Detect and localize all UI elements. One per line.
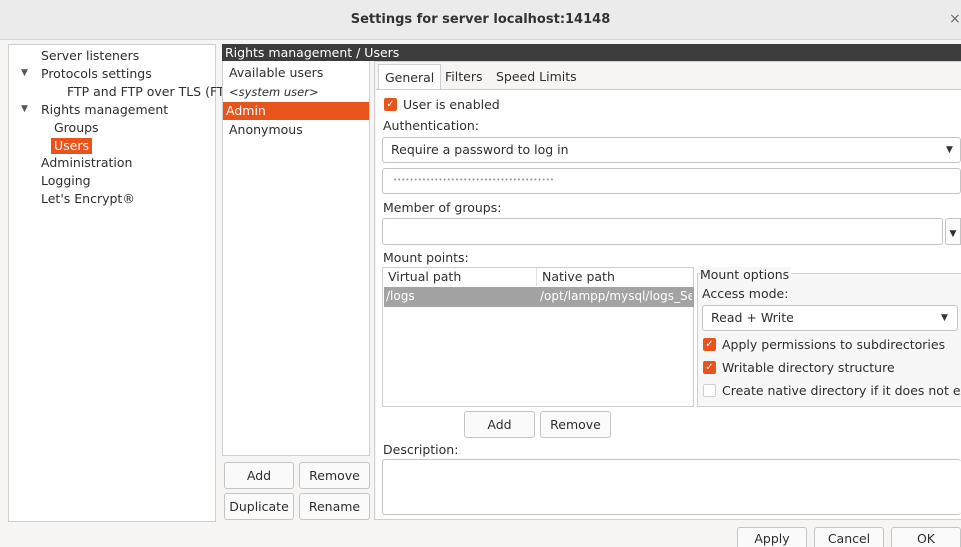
user-enabled-label: User is enabled [403,97,500,112]
cancel-button[interactable]: Cancel [814,527,884,547]
close-icon[interactable]: × [949,11,961,27]
user-item-admin[interactable]: Admin [223,102,369,120]
authentication-value: Require a password to log in [391,142,569,157]
table-row[interactable]: /logs /opt/lampp/mysql/logs_Se [384,287,694,307]
title-bar: Settings for server localhost:14148 × [0,0,961,40]
tab-general[interactable]: General [378,64,442,90]
tree-item-users[interactable]: Users [51,138,93,154]
writable-structure-label: Writable directory structure [722,360,895,375]
duplicate-user-button[interactable]: Duplicate [224,493,294,520]
tree-item-logging[interactable]: Logging [41,173,91,189]
writable-structure-checkbox[interactable]: ✓ [703,361,716,374]
groups-dropdown-button[interactable]: ▼ [945,218,961,245]
users-list[interactable]: Available users <system user> Admin Anon… [222,61,370,456]
access-mode-select[interactable]: Read + Write ▼ [702,305,958,331]
add-user-button[interactable]: Add [224,462,294,489]
mount-points-table[interactable]: Virtual path Native path /logs /opt/lamp… [382,267,694,407]
create-native-checkbox[interactable] [703,384,716,397]
member-of-groups-label: Member of groups: [383,200,502,215]
apply-permissions-checkbox[interactable]: ✓ [703,338,716,351]
tree-item-groups[interactable]: Groups [54,120,99,136]
tree-item-lets-encrypt[interactable]: Let's Encrypt® [41,191,135,207]
tab-speed-limits[interactable]: Speed Limits [496,64,577,90]
apply-button[interactable]: Apply [737,527,807,547]
authentication-select[interactable]: Require a password to log in ▼ [382,137,961,163]
tree-item-administration[interactable]: Administration [41,155,132,171]
password-mask: •••••••••••••••••••••••••••••••••••••••• [393,176,553,184]
chevron-down-icon: ▼ [946,145,953,155]
users-list-heading: Available users [229,65,324,80]
member-of-groups-field[interactable] [382,218,943,245]
user-enabled-checkbox[interactable]: ✓ [384,98,397,111]
column-header-native-path[interactable]: Native path [537,268,693,286]
password-field[interactable]: •••••••••••••••••••••••••••••••••••••••• [382,168,961,194]
expand-icon[interactable]: ▼ [21,68,28,78]
mount-options-label: Mount options [700,267,792,282]
tree-item-rights-management[interactable]: Rights management [41,102,168,118]
mount-virtual-path: /logs [386,289,415,303]
settings-tree: Server listeners ▼ Protocols settings FT… [8,44,245,522]
remove-user-button[interactable]: Remove [299,462,370,489]
mount-points-label: Mount points: [383,250,469,265]
section-header: Rights management / Users [222,44,961,61]
add-mount-button[interactable]: Add [464,411,535,438]
tree-item-server-listeners[interactable]: Server listeners [41,48,139,64]
tree-item-protocols-settings[interactable]: Protocols settings [41,66,152,82]
user-item-anonymous[interactable]: Anonymous [223,121,369,139]
access-mode-value: Read + Write [711,310,794,325]
description-field[interactable] [382,459,961,515]
apply-permissions-label: Apply permissions to subdirectories [722,337,946,352]
mount-native-path: /opt/lampp/mysql/logs_Se [540,289,692,303]
expand-icon[interactable]: ▼ [21,104,28,114]
window-title: Settings for server localhost:14148 [350,12,611,27]
rename-user-button[interactable]: Rename [299,493,370,520]
chevron-down-icon: ▼ [949,229,957,239]
access-mode-label: Access mode: [702,286,789,301]
tab-filters[interactable]: Filters [445,64,482,90]
column-header-virtual-path[interactable]: Virtual path [383,268,537,286]
authentication-label: Authentication: [383,118,479,133]
ok-button[interactable]: OK [891,527,961,547]
create-native-label: Create native directory if it does not e… [722,383,961,398]
description-label: Description: [383,442,459,457]
remove-mount-button[interactable]: Remove [540,411,611,438]
user-item-system[interactable]: <system user> [223,83,369,101]
chevron-down-icon: ▼ [941,313,948,323]
tree-item-ftp-tls[interactable]: FTP and FTP over TLS (FTPS) [67,84,245,100]
